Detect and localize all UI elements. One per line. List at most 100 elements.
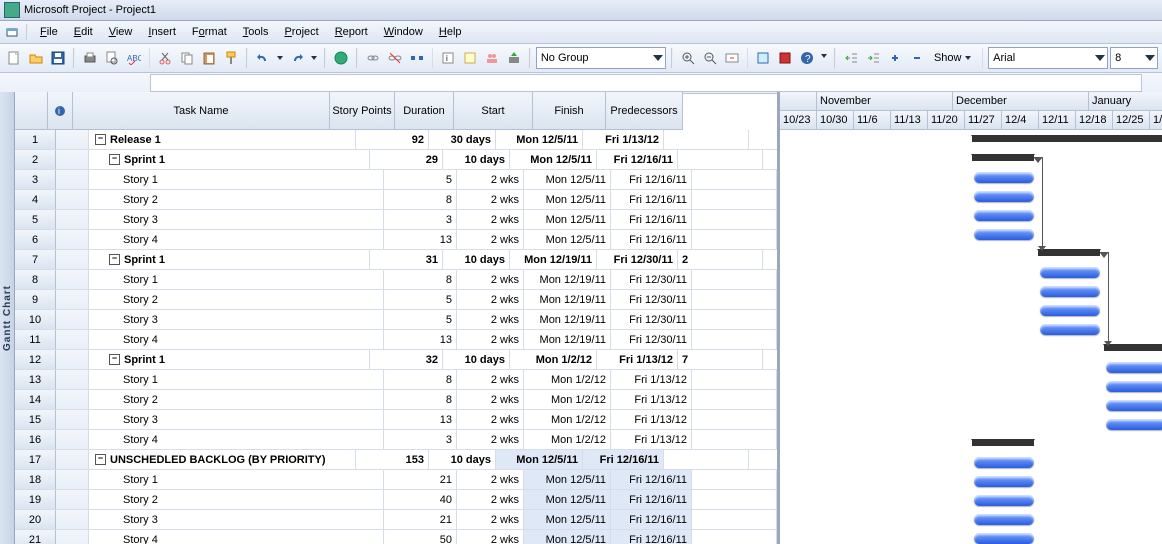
new-icon[interactable]: [4, 46, 24, 70]
table-row[interactable]: 1−Release 19230 daysMon 12/5/11Fri 1/13/…: [15, 130, 777, 150]
link-tasks-icon[interactable]: [363, 46, 383, 70]
col-header-task[interactable]: Task Name: [73, 92, 330, 130]
copy-icon[interactable]: [177, 46, 197, 70]
table-row[interactable]: 8Story 182 wksMon 12/19/11Fri 12/30/11: [15, 270, 777, 290]
table-row[interactable]: 6Story 4132 wksMon 12/5/11Fri 12/16/11: [15, 230, 777, 250]
table-row[interactable]: 10Story 352 wksMon 12/19/11Fri 12/30/11: [15, 310, 777, 330]
task-bar[interactable]: [974, 172, 1034, 183]
print-icon[interactable]: [80, 46, 100, 70]
menu-window[interactable]: Window: [376, 24, 431, 40]
goto-task-icon[interactable]: [722, 46, 742, 70]
col-header-points[interactable]: Story Points: [330, 92, 395, 130]
table-row[interactable]: 14Story 282 wksMon 1/2/12Fri 1/13/12: [15, 390, 777, 410]
zoom-out-icon[interactable]: [700, 46, 720, 70]
font-size-combo[interactable]: 8: [1110, 47, 1158, 69]
ms-office-icon[interactable]: [775, 46, 795, 70]
menu-format[interactable]: Format: [184, 24, 235, 40]
save-icon[interactable]: [48, 46, 68, 70]
expand-toggle-icon[interactable]: −: [109, 154, 120, 165]
table-row[interactable]: 20Story 3212 wksMon 12/5/11Fri 12/16/11: [15, 510, 777, 530]
col-header-info[interactable]: i: [48, 92, 73, 130]
task-bar[interactable]: [1040, 286, 1100, 297]
task-bar[interactable]: [974, 210, 1034, 221]
publish-icon[interactable]: [504, 46, 524, 70]
task-bar[interactable]: [974, 495, 1034, 506]
undo-dropdown-icon[interactable]: [275, 46, 285, 70]
task-bar[interactable]: [1040, 267, 1100, 278]
task-bar[interactable]: [974, 514, 1034, 525]
spellcheck-icon[interactable]: ABC: [124, 46, 144, 70]
task-bar[interactable]: [974, 533, 1034, 544]
print-preview-icon[interactable]: [102, 46, 122, 70]
format-painter-icon[interactable]: [221, 46, 241, 70]
gantt-body[interactable]: [780, 130, 1162, 544]
open-icon[interactable]: [26, 46, 46, 70]
task-bar[interactable]: [974, 191, 1034, 202]
table-row[interactable]: 3Story 152 wksMon 12/5/11Fri 12/16/11: [15, 170, 777, 190]
task-bar[interactable]: [974, 229, 1034, 240]
restore-child-icon[interactable]: [2, 23, 22, 41]
redo-icon[interactable]: [287, 46, 307, 70]
task-bar[interactable]: [1106, 362, 1162, 373]
table-row[interactable]: 16Story 432 wksMon 1/2/12Fri 1/13/12: [15, 430, 777, 450]
show-subtasks-icon[interactable]: [885, 46, 905, 70]
task-info-icon[interactable]: i: [438, 46, 458, 70]
menu-tools[interactable]: Tools: [235, 24, 277, 40]
col-header-start[interactable]: Start: [454, 92, 533, 130]
toolbar-overflow-icon[interactable]: [819, 46, 829, 70]
undo-icon[interactable]: [253, 46, 273, 70]
expand-toggle-icon[interactable]: −: [95, 454, 106, 465]
table-row[interactable]: 19Story 2402 wksMon 12/5/11Fri 12/16/11: [15, 490, 777, 510]
table-row[interactable]: 17−UNSCHEDLED BACKLOG (BY PRIORITY)15310…: [15, 450, 777, 470]
task-bar[interactable]: [974, 476, 1034, 487]
task-bar[interactable]: [1106, 419, 1162, 430]
summary-bar[interactable]: [972, 439, 1034, 446]
table-row[interactable]: 4Story 282 wksMon 12/5/11Fri 12/16/11: [15, 190, 777, 210]
indent-icon[interactable]: [863, 46, 883, 70]
font-combo[interactable]: Arial: [988, 47, 1108, 69]
table-row[interactable]: 18Story 1212 wksMon 12/5/11Fri 12/16/11: [15, 470, 777, 490]
table-row[interactable]: 13Story 182 wksMon 1/2/12Fri 1/13/12: [15, 370, 777, 390]
show-dropdown[interactable]: Show: [929, 46, 977, 70]
table-row[interactable]: 15Story 3132 wksMon 1/2/12Fri 1/13/12: [15, 410, 777, 430]
summary-bar[interactable]: [972, 135, 1162, 142]
cut-icon[interactable]: [155, 46, 175, 70]
menu-insert[interactable]: Insert: [140, 24, 184, 40]
col-header-row[interactable]: [15, 92, 48, 130]
col-header-finish[interactable]: Finish: [533, 92, 606, 130]
split-task-icon[interactable]: [407, 46, 427, 70]
col-header-duration[interactable]: Duration: [395, 92, 454, 130]
hide-subtasks-icon[interactable]: [907, 46, 927, 70]
expand-toggle-icon[interactable]: −: [109, 254, 120, 265]
task-notes-icon[interactable]: [460, 46, 480, 70]
hyperlink-icon[interactable]: [331, 46, 351, 70]
expand-toggle-icon[interactable]: −: [95, 134, 106, 145]
menu-edit[interactable]: Edit: [66, 24, 101, 40]
table-row[interactable]: 9Story 252 wksMon 12/19/11Fri 12/30/11: [15, 290, 777, 310]
expand-toggle-icon[interactable]: −: [109, 354, 120, 365]
assign-resources-icon[interactable]: [482, 46, 502, 70]
paste-icon[interactable]: [199, 46, 219, 70]
entry-input[interactable]: [150, 74, 1142, 92]
copy-picture-icon[interactable]: [753, 46, 773, 70]
table-row[interactable]: 5Story 332 wksMon 12/5/11Fri 12/16/11: [15, 210, 777, 230]
view-bar[interactable]: Gantt Chart: [0, 92, 15, 544]
table-row[interactable]: 7−Sprint 13110 daysMon 12/19/11Fri 12/30…: [15, 250, 777, 270]
group-combo[interactable]: No Group: [536, 47, 666, 69]
table-row[interactable]: 21Story 4502 wksMon 12/5/11Fri 12/16/11: [15, 530, 777, 544]
table-row[interactable]: 12−Sprint 13210 daysMon 1/2/12Fri 1/13/1…: [15, 350, 777, 370]
table-row[interactable]: 2−Sprint 12910 daysMon 12/5/11Fri 12/16/…: [15, 150, 777, 170]
table-row[interactable]: 11Story 4132 wksMon 12/19/11Fri 12/30/11: [15, 330, 777, 350]
task-bar[interactable]: [974, 457, 1034, 468]
menu-view[interactable]: View: [101, 24, 141, 40]
task-bar[interactable]: [1106, 381, 1162, 392]
summary-bar[interactable]: [972, 154, 1034, 161]
menu-file[interactable]: File: [32, 24, 66, 40]
redo-dropdown-icon[interactable]: [309, 46, 319, 70]
summary-bar[interactable]: [1038, 249, 1100, 256]
task-bar[interactable]: [1106, 400, 1162, 411]
menu-help[interactable]: Help: [431, 24, 470, 40]
zoom-in-icon[interactable]: [678, 46, 698, 70]
task-bar[interactable]: [1040, 305, 1100, 316]
menu-project[interactable]: Project: [276, 24, 326, 40]
